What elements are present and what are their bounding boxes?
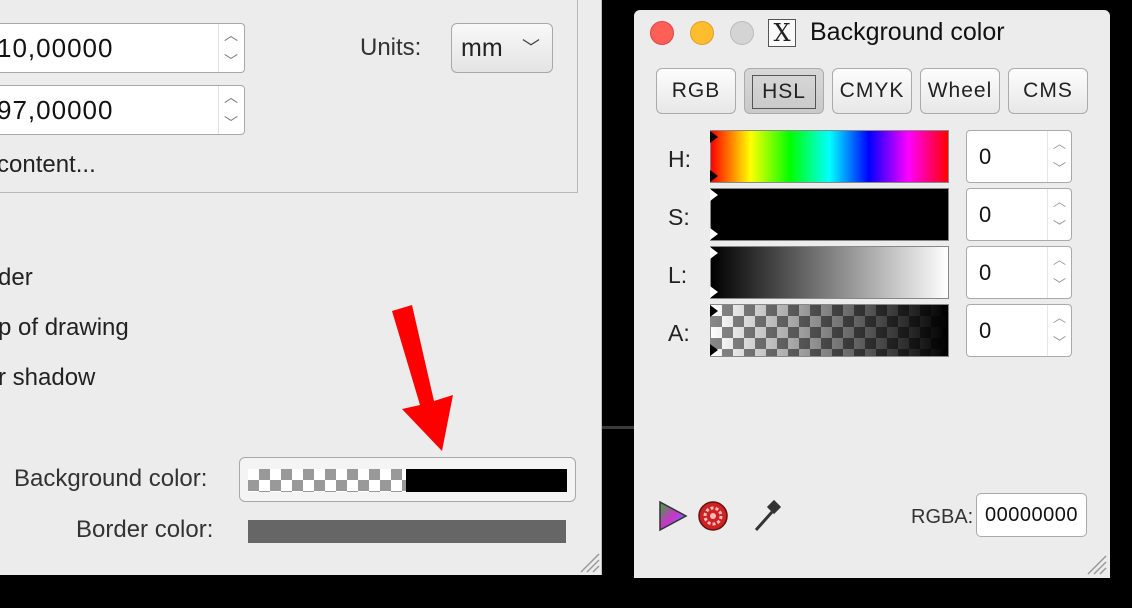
xquartz-icon: X (768, 19, 796, 47)
tab-rgb[interactable]: RGB (656, 68, 736, 114)
show-border-checkbox-label[interactable]: der (0, 264, 33, 292)
width-field[interactable]: 10,00000 ︿ ﹀ (0, 23, 245, 73)
color-preview (406, 469, 567, 492)
tab-label: HSL (752, 75, 816, 109)
hue-slider[interactable] (710, 130, 949, 183)
tab-label: RGB (671, 79, 721, 102)
lightness-label: L: (668, 262, 688, 288)
lightness-input[interactable]: 0 ︿ ﹀ (966, 246, 1072, 299)
alpha-label: A: (668, 320, 690, 346)
saturation-slider[interactable] (710, 188, 949, 241)
alpha-input[interactable]: 0 ︿ ﹀ (966, 304, 1072, 357)
close-button[interactable] (650, 21, 674, 45)
border-color-label: Border color: (76, 516, 214, 543)
color-managed-icon[interactable] (696, 498, 730, 534)
annotation-arrow-icon (392, 305, 453, 451)
transparency-checker (248, 469, 406, 492)
width-spin-arrows[interactable]: ︿ ﹀ (218, 24, 244, 72)
divider (602, 426, 634, 429)
units-label: Units: (360, 34, 422, 61)
border-on-top-checkbox-label[interactable]: p of drawing (0, 314, 129, 342)
rgba-label: RGBA: (911, 506, 974, 528)
units-value: mm (461, 34, 503, 62)
minimize-button[interactable] (690, 21, 714, 45)
window-title: Background color (810, 18, 1005, 46)
lightness-value: 0 (979, 260, 992, 285)
eyedropper-icon[interactable] (750, 498, 784, 534)
title-bar: X Background color (634, 10, 1110, 56)
tab-label: Wheel (927, 79, 993, 102)
background-color-label: Background color: (14, 465, 208, 492)
hue-input[interactable]: 0 ︿ ﹀ (966, 130, 1072, 183)
tab-cmyk[interactable]: CMYK (832, 68, 912, 114)
resize-grip-icon[interactable] (1082, 550, 1108, 576)
alpha-slider[interactable] (710, 304, 949, 357)
hue-value: 0 (979, 144, 992, 169)
resize-to-content-button[interactable]: content... (0, 151, 96, 179)
background-color-window: X Background color RGB HSL CMYK Wheel CM… (634, 10, 1110, 578)
rgba-input[interactable]: 00000000 (976, 493, 1087, 537)
hue-spin-arrows[interactable]: ︿ ﹀ (1047, 131, 1071, 182)
chevron-down-icon: ﹀ (522, 38, 540, 58)
tab-cms[interactable]: CMS (1008, 68, 1088, 114)
document-properties-panel: 10,00000 ︿ ﹀ 97,00000 ︿ ﹀ Units: mm ﹀ cont… (0, 0, 602, 575)
saturation-value: 0 (979, 202, 992, 227)
hue-label: H: (668, 146, 691, 172)
background-color-button[interactable] (239, 457, 576, 502)
height-value: 97,00000 (0, 95, 114, 125)
lightness-spin-arrows[interactable]: ︿ ﹀ (1047, 247, 1071, 298)
width-value: 10,00000 (0, 33, 114, 63)
resize-grip-icon[interactable] (575, 548, 601, 574)
tab-hsl[interactable]: HSL (744, 68, 824, 114)
border-shadow-checkbox-label[interactable]: r shadow (0, 364, 95, 392)
saturation-label: S: (668, 204, 690, 230)
saturation-input[interactable]: 0 ︿ ﹀ (966, 188, 1072, 241)
tab-wheel[interactable]: Wheel (920, 68, 1000, 114)
tab-label: CMS (1023, 79, 1073, 102)
height-spin-arrows[interactable]: ︿ ﹀ (218, 86, 244, 134)
alpha-value: 0 (979, 318, 992, 343)
saturation-spin-arrows[interactable]: ︿ ﹀ (1047, 189, 1071, 240)
maximize-button[interactable] (730, 21, 754, 45)
lightness-slider[interactable] (710, 246, 949, 299)
height-field[interactable]: 97,00000 ︿ ﹀ (0, 85, 245, 135)
alpha-spin-arrows[interactable]: ︿ ﹀ (1047, 305, 1071, 356)
border-color-button[interactable] (248, 520, 566, 543)
units-select[interactable]: mm ﹀ (451, 23, 553, 73)
tab-label: CMYK (839, 79, 905, 102)
gamut-triangle-icon[interactable] (656, 498, 690, 534)
